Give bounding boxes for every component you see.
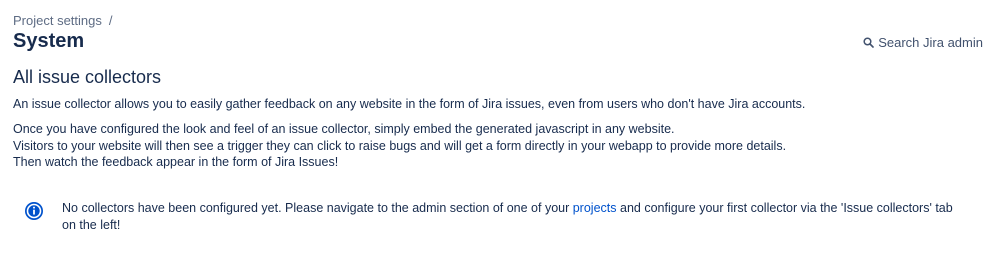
info-message-text: No collectors have been configured yet. … bbox=[62, 200, 962, 233]
section-heading: All issue collectors bbox=[13, 67, 162, 87]
details-line: Visitors to your website will then see a… bbox=[13, 138, 787, 153]
projects-link[interactable]: projects bbox=[573, 201, 617, 215]
info-message: No collectors have been configured yet. … bbox=[24, 200, 964, 233]
search-icon bbox=[863, 37, 875, 48]
details-line: Then watch the feedback appear in the fo… bbox=[13, 155, 339, 169]
details-paragraph: Once you have configured the look and fe… bbox=[13, 121, 786, 171]
details-line: Once you have configured the look and fe… bbox=[13, 122, 675, 136]
page: Project settings / System Search Jira ad… bbox=[0, 0, 999, 277]
search-jira-admin-button[interactable]: Search Jira admin bbox=[863, 35, 983, 50]
info-icon bbox=[25, 202, 43, 220]
info-text-before: No collectors have been configured yet. … bbox=[62, 201, 573, 215]
breadcrumb: Project settings / bbox=[13, 13, 113, 28]
search-jira-admin-label: Search Jira admin bbox=[878, 35, 983, 50]
breadcrumb-separator: / bbox=[108, 13, 113, 28]
intro-paragraph: An issue collector allows you to easily … bbox=[13, 97, 806, 111]
breadcrumb-project-settings-link[interactable]: Project settings bbox=[13, 13, 102, 28]
page-title: System bbox=[13, 30, 85, 52]
